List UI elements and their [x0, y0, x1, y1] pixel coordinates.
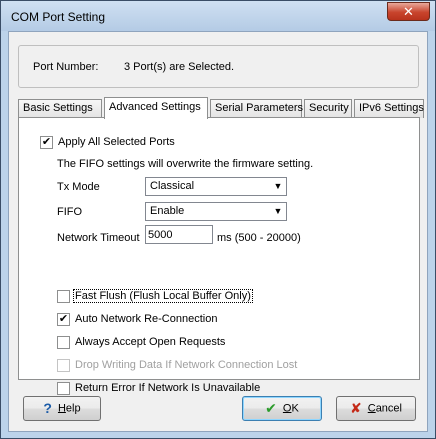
port-number-value: 3 Port(s) are Selected.	[124, 61, 235, 73]
network-timeout-label: Network Timeout	[57, 232, 140, 244]
fast-flush-checkbox[interactable]	[57, 290, 70, 303]
fifo-note: The FIFO settings will overwrite the fir…	[57, 158, 314, 170]
drop-writing-checkbox	[57, 359, 70, 372]
tx-mode-label: Tx Mode	[57, 181, 100, 193]
tab-advanced-settings[interactable]: Advanced Settings	[104, 97, 208, 119]
apply-all-label: Apply All Selected Ports	[58, 136, 175, 148]
title-bar[interactable]: COM Port Setting ✕	[1, 1, 435, 31]
help-label-rest: elp	[65, 402, 81, 415]
always-accept-label: Always Accept Open Requests	[75, 336, 226, 348]
x-icon: ✘	[350, 400, 362, 416]
network-timeout-input[interactable]	[146, 226, 212, 243]
drop-writing-label: Drop Writing Data If Network Connection …	[75, 359, 298, 371]
return-error-label: Return Error If Network Is Unavailable	[75, 382, 261, 394]
checkmark-icon: ✔	[265, 400, 277, 416]
tab-serial-parameters[interactable]: Serial Parameters	[210, 99, 303, 118]
cancel-button[interactable]: ✘ Cancel	[336, 396, 416, 421]
close-icon: ✕	[403, 4, 414, 19]
auto-reconnect-checkbox[interactable]: ✔	[57, 313, 70, 326]
port-number-group: Port Number: 3 Port(s) are Selected.	[18, 45, 419, 88]
chevron-down-icon: ▼	[273, 181, 283, 191]
return-error-checkbox[interactable]	[57, 382, 70, 395]
dialog-body: Port Number: 3 Port(s) are Selected. Bas…	[8, 31, 428, 432]
fifo-value: Enable	[150, 205, 185, 217]
fifo-label: FIFO	[57, 206, 83, 218]
auto-reconnect-label: Auto Network Re-Connection	[75, 313, 218, 325]
ok-label-rest: K	[291, 402, 299, 415]
chevron-down-icon: ▼	[273, 206, 283, 216]
help-label-accel: H	[57, 402, 66, 415]
cancel-label-rest: ancel	[375, 402, 402, 415]
fast-flush-label: Fast Flush (Flush Local Buffer Only)	[73, 289, 253, 303]
ok-button[interactable]: ✔ OK	[242, 396, 322, 421]
tab-basic-settings[interactable]: Basic Settings	[18, 99, 102, 118]
question-icon: ?	[43, 400, 52, 416]
check-icon: ✔	[58, 313, 69, 325]
tab-ipv6-settings[interactable]: IPv6 Settings	[354, 99, 424, 118]
tx-mode-select[interactable]: Classical ▼	[145, 177, 287, 196]
tab-strip: Basic Settings Advanced Settings Serial …	[18, 97, 424, 119]
network-timeout-field[interactable]	[145, 225, 213, 244]
help-button[interactable]: ? Help	[23, 396, 101, 421]
network-timeout-unit: ms (500 - 20000)	[217, 232, 301, 244]
port-number-label: Port Number:	[33, 61, 99, 73]
always-accept-checkbox[interactable]	[57, 336, 70, 349]
com-port-setting-window: COM Port Setting ✕ Port Number: 3 Port(s…	[0, 0, 436, 439]
apply-all-checkbox[interactable]: ✔	[40, 136, 53, 149]
advanced-settings-panel: ✔ Apply All Selected Ports The FIFO sett…	[18, 117, 420, 395]
fifo-select[interactable]: Enable ▼	[145, 202, 287, 221]
window-title: COM Port Setting	[11, 10, 106, 24]
tx-mode-value: Classical	[150, 180, 195, 192]
cancel-label-accel: C	[367, 402, 376, 415]
close-button[interactable]: ✕	[387, 2, 430, 21]
check-icon: ✔	[41, 136, 52, 148]
tab-security[interactable]: Security	[304, 99, 352, 118]
